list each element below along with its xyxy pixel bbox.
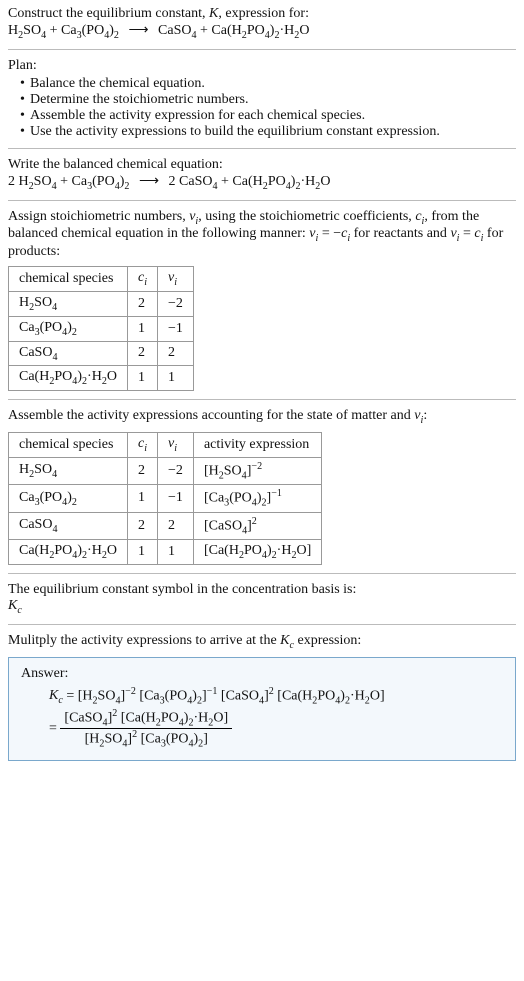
col-ci: ci — [128, 267, 158, 292]
divider — [8, 624, 516, 625]
assign-text: Assign stoichiometric numbers, νi, using… — [8, 209, 516, 261]
table-row: H2SO4 2 −2 [H2SO4]−2 — [9, 457, 322, 484]
cell-activity: [Ca(H2PO4)2·H2O] — [193, 540, 321, 565]
symbol-block: The equilibrium constant symbol in the c… — [8, 582, 516, 616]
table-row: CaSO4 2 2 [CaSO4]2 — [9, 512, 322, 539]
plan-item: Balance the chemical equation. — [20, 76, 516, 92]
cell-species: Ca3(PO4)2 — [9, 316, 128, 341]
col-species: chemical species — [9, 432, 128, 457]
col-vi: νi — [158, 267, 194, 292]
cell-ci: 2 — [128, 341, 158, 366]
cell-vi: 2 — [158, 512, 194, 539]
plan-heading: Plan: — [8, 58, 516, 74]
cell-species: H2SO4 — [9, 457, 128, 484]
prompt-line: Construct the equilibrium constant, K, e… — [8, 6, 516, 22]
table-row: Ca(H2PO4)2·H2O 1 1 — [9, 366, 194, 391]
col-activity: activity expression — [193, 432, 321, 457]
prompt-block: Construct the equilibrium constant, K, e… — [8, 6, 516, 41]
cell-vi: 2 — [158, 341, 194, 366]
plan-item: Use the activity expressions to build th… — [20, 124, 516, 140]
assign-block: Assign stoichiometric numbers, νi, using… — [8, 209, 516, 392]
multiply-block: Mulitply the activity expressions to arr… — [8, 633, 516, 761]
cell-vi: −1 — [158, 316, 194, 341]
table-row: Ca3(PO4)2 1 −1 [Ca3(PO4)2]−1 — [9, 485, 322, 512]
cell-vi: 1 — [158, 366, 194, 391]
cell-ci: 2 — [128, 457, 158, 484]
cell-ci: 1 — [128, 485, 158, 512]
balanced-block: Write the balanced chemical equation: 2 … — [8, 157, 516, 192]
divider — [8, 200, 516, 201]
cell-ci: 2 — [128, 291, 158, 316]
cell-species: Ca3(PO4)2 — [9, 485, 128, 512]
cell-species: CaSO4 — [9, 341, 128, 366]
cell-activity: [CaSO4]2 — [193, 512, 321, 539]
prompt-k: K — [209, 6, 218, 21]
cell-species: Ca(H2PO4)2·H2O — [9, 366, 128, 391]
answer-line1: Kc = [H2SO4]−2 [Ca3(PO4)2]−1 [CaSO4]2 [C… — [49, 686, 503, 706]
fraction-numerator: [CaSO4]2 [Ca(H2PO4)2·H2O] — [60, 708, 232, 729]
activity-table: chemical species ci νi activity expressi… — [8, 432, 322, 565]
cell-species: Ca(H2PO4)2·H2O — [9, 540, 128, 565]
cell-activity: [Ca3(PO4)2]−1 — [193, 485, 321, 512]
answer-body: Kc = [H2SO4]−2 [Ca3(PO4)2]−1 [CaSO4]2 [C… — [21, 686, 503, 750]
cell-species: CaSO4 — [9, 512, 128, 539]
answer-eq-prefix: = — [49, 721, 60, 736]
plan-list: Balance the chemical equation. Determine… — [8, 76, 516, 140]
multiply-text: Mulitply the activity expressions to arr… — [8, 633, 516, 651]
prompt-text-prefix: Construct the equilibrium constant, — [8, 6, 209, 21]
table-row: CaSO4 2 2 — [9, 341, 194, 366]
divider — [8, 148, 516, 149]
cell-activity: [H2SO4]−2 — [193, 457, 321, 484]
col-species: chemical species — [9, 267, 128, 292]
divider — [8, 49, 516, 50]
activity-text: Assemble the activity expressions accoun… — [8, 408, 516, 426]
symbol-line1: The equilibrium constant symbol in the c… — [8, 582, 516, 598]
table-header-row: chemical species ci νi — [9, 267, 194, 292]
table-row: Ca3(PO4)2 1 −1 — [9, 316, 194, 341]
prompt-text-suffix: , expression for: — [218, 6, 309, 21]
plan-item: Assemble the activity expression for eac… — [20, 108, 516, 124]
table-row: Ca(H2PO4)2·H2O 1 1 [Ca(H2PO4)2·H2O] — [9, 540, 322, 565]
balanced-equation: 2 H2SO4 + Ca3(PO4)2 ⟶ 2 CaSO4 + Ca(H2PO4… — [8, 173, 516, 192]
answer-fraction: [CaSO4]2 [Ca(H2PO4)2·H2O] [H2SO4]2 [Ca3(… — [60, 708, 232, 750]
cell-vi: −2 — [158, 291, 194, 316]
unbalanced-equation: H2SO4 + Ca3(PO4)2 ⟶ CaSO4 + Ca(H2PO4)2·H… — [8, 22, 516, 41]
symbol-line2: Kc — [8, 598, 516, 616]
cell-species: H2SO4 — [9, 291, 128, 316]
cell-vi: 1 — [158, 540, 194, 565]
stoich-table: chemical species ci νi H2SO4 2 −2 Ca3(PO… — [8, 266, 194, 391]
table-header-row: chemical species ci νi activity expressi… — [9, 432, 322, 457]
activity-block: Assemble the activity expressions accoun… — [8, 408, 516, 565]
answer-box: Answer: Kc = [H2SO4]−2 [Ca3(PO4)2]−1 [Ca… — [8, 657, 516, 761]
cell-ci: 1 — [128, 540, 158, 565]
answer-line2: = [CaSO4]2 [Ca(H2PO4)2·H2O] [H2SO4]2 [Ca… — [49, 708, 503, 750]
divider — [8, 573, 516, 574]
col-vi: νi — [158, 432, 194, 457]
cell-ci: 1 — [128, 316, 158, 341]
cell-ci: 1 — [128, 366, 158, 391]
cell-vi: −1 — [158, 485, 194, 512]
plan-block: Plan: Balance the chemical equation. Det… — [8, 58, 516, 140]
fraction-denominator: [H2SO4]2 [Ca3(PO4)2] — [60, 729, 232, 749]
col-ci: ci — [128, 432, 158, 457]
cell-ci: 2 — [128, 512, 158, 539]
answer-label: Answer: — [21, 666, 503, 682]
balanced-heading: Write the balanced chemical equation: — [8, 157, 516, 173]
plan-item: Determine the stoichiometric numbers. — [20, 92, 516, 108]
divider — [8, 399, 516, 400]
cell-vi: −2 — [158, 457, 194, 484]
table-row: H2SO4 2 −2 — [9, 291, 194, 316]
